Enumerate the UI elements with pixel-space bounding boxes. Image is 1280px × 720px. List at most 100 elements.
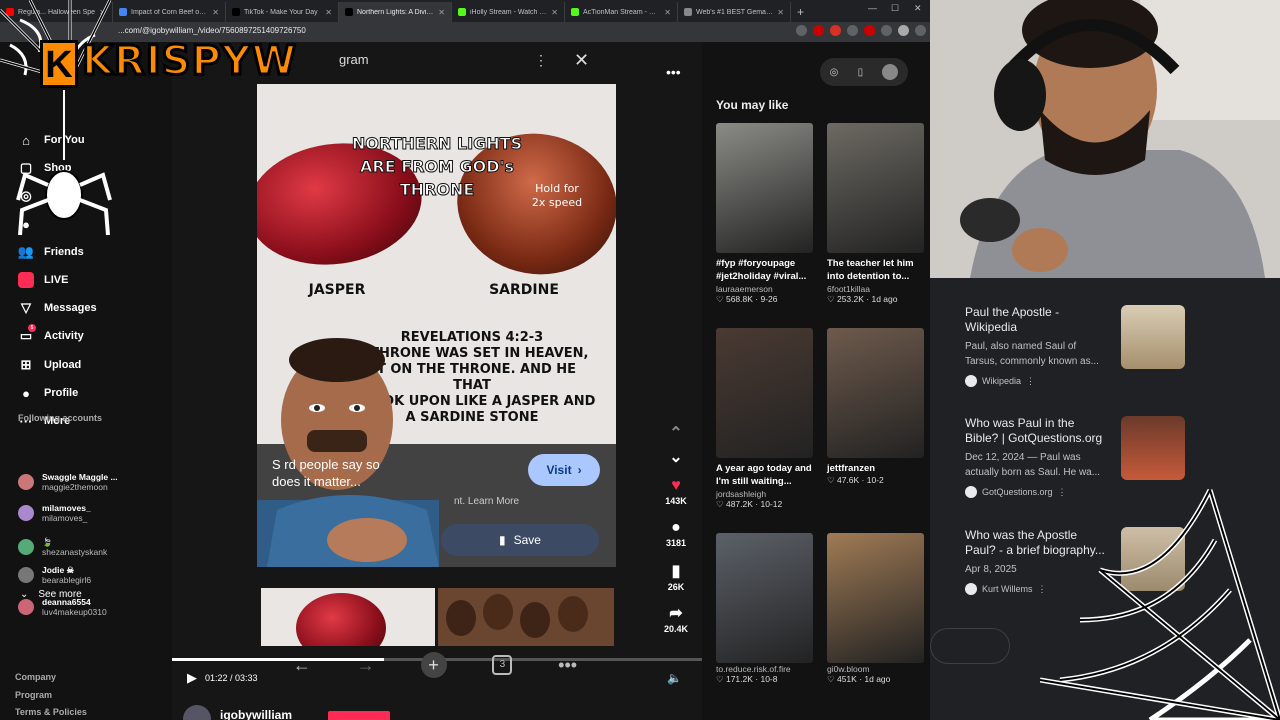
following-account[interactable]: Swaggle Maggle ... maggie2themoon: [18, 472, 118, 492]
more-options-icon[interactable]: •••: [666, 64, 681, 80]
footer-link-program[interactable]: Program: [15, 690, 52, 700]
like-button[interactable]: ♥ 143K: [660, 476, 692, 506]
close-tab-icon[interactable]: ✕: [777, 8, 784, 17]
save-button[interactable]: ▮ Save: [441, 524, 599, 556]
card-author[interactable]: gi0w.bloom: [827, 664, 924, 674]
user-avatar[interactable]: [882, 64, 899, 80]
result-thumbnail[interactable]: [1121, 305, 1185, 369]
compass-icon[interactable]: ◎: [830, 67, 839, 78]
menu-icon[interactable]: [915, 25, 926, 36]
next-video-icon[interactable]: ⌄: [660, 448, 692, 468]
card-stats: ♡ 451K · 1d ago: [827, 674, 891, 684]
avatar: [18, 539, 34, 555]
card-author[interactable]: 6foot1killaa: [827, 284, 924, 294]
recommended-video-card[interactable]: to.reduce.risk.of.fire ♡ 171.2K · 10-8: [716, 533, 813, 685]
bookmark-icon: ▮: [499, 533, 506, 547]
close-tab-icon[interactable]: ✕: [664, 8, 671, 17]
source-favicon-icon: [965, 583, 977, 595]
result-title[interactable]: Who was Paul in the Bible? | GotQuestion…: [965, 416, 1110, 446]
play-icon[interactable]: ▶: [187, 670, 197, 686]
extension-icon[interactable]: [881, 25, 892, 36]
footer-link-company[interactable]: Company: [15, 672, 56, 682]
share-icon: ➦: [669, 605, 683, 622]
recommended-video-card[interactable]: gi0w.bloom ♡ 451K · 1d ago: [827, 533, 924, 685]
follow-button[interactable]: [328, 711, 390, 720]
krispyw-logo: KRISPYW: [81, 37, 298, 86]
sidebar-item-activity[interactable]: ▭ 5 Activity: [18, 324, 84, 344]
close-tab-icon[interactable]: ✕: [325, 8, 332, 17]
extension-icon[interactable]: [864, 25, 875, 36]
sidebar-item-friends[interactable]: 👥 Friends: [18, 244, 84, 260]
footer-link-terms[interactable]: Terms & Policies: [15, 707, 87, 717]
close-window-icon[interactable]: ✕: [914, 3, 922, 14]
close-tab-icon[interactable]: ✕: [212, 8, 219, 17]
following-account[interactable]: 🍃 shezanastyskank: [18, 537, 107, 557]
sidebar-item-upload[interactable]: ⊞ Upload: [18, 357, 82, 373]
search-chip[interactable]: [930, 628, 1010, 664]
profile-avatar-icon[interactable]: [898, 25, 909, 36]
extension-icon[interactable]: [830, 25, 841, 36]
sidebar-item-profile[interactable]: ● Profile: [18, 385, 78, 401]
video-thumbnail[interactable]: [827, 328, 924, 458]
search-result[interactable]: Paul the Apostle - Wikipedia Paul, also …: [965, 305, 1110, 387]
see-more-button[interactable]: ⌄ See more: [20, 589, 82, 600]
browser-tab[interactable]: Web's #1 BEST Gematria Cal✕: [678, 2, 791, 22]
video-time: 01:22 / 03:33: [205, 673, 258, 683]
browser-tab[interactable]: iHolly Stream - Watch Live on✕: [452, 2, 565, 22]
video-thumbnail[interactable]: [827, 533, 924, 663]
browser-tab[interactable]: TikTok - Make Your Day ✕: [226, 2, 339, 22]
sidebar-item-live[interactable]: LIVE: [18, 272, 68, 288]
phone-icon[interactable]: ▯: [858, 67, 864, 78]
card-author[interactable]: jordsashleigh: [716, 489, 813, 499]
close-tab-icon[interactable]: ✕: [438, 8, 445, 17]
new-tab-button[interactable]: +: [791, 2, 810, 22]
video-thumbnail[interactable]: [716, 328, 813, 458]
next-video-thumbnail[interactable]: [261, 588, 435, 646]
minimize-icon[interactable]: —: [868, 3, 877, 13]
result-thumbnail[interactable]: [1121, 416, 1185, 480]
tab-favicon-icon: [345, 8, 353, 16]
maximize-icon[interactable]: ☐: [891, 3, 899, 14]
recommended-video-card[interactable]: The teacher let him into detention to...…: [827, 123, 924, 305]
more-options-icon[interactable]: ⋮: [1026, 376, 1035, 387]
extension-icon[interactable]: [813, 25, 824, 36]
close-icon[interactable]: ✕: [574, 50, 589, 71]
close-tab-icon[interactable]: ✕: [551, 8, 558, 17]
next-video-thumbnail[interactable]: [438, 588, 614, 646]
video-thumbnail[interactable]: [716, 533, 813, 663]
video-thumbnail[interactable]: [827, 123, 924, 253]
recommended-video-card[interactable]: #fyp #foryoupage #jet2holiday #viral... …: [716, 123, 813, 305]
recommended-video-card[interactable]: jettfranzen ♡ 47.6K · 10-2: [827, 328, 924, 486]
vertical-dots-icon[interactable]: ⋮: [534, 52, 548, 69]
following-account[interactable]: Jodie ☠ bearablegirl6: [18, 565, 91, 585]
recommended-video-card[interactable]: A year ago today and I'm still waiting..…: [716, 328, 813, 510]
url-text[interactable]: ...com/@igobywilliam_/video/756089725140…: [118, 26, 306, 35]
learn-more-link[interactable]: nt. Learn More: [454, 496, 519, 507]
extension-icon[interactable]: [847, 25, 858, 36]
share-button[interactable]: ➦ 20.4K: [660, 604, 692, 634]
result-title[interactable]: Paul the Apostle - Wikipedia: [965, 305, 1110, 335]
previous-video-icon[interactable]: ⌃: [660, 424, 692, 444]
activity-icon: ▭ 5: [18, 324, 36, 344]
comment-button[interactable]: ● 3181: [660, 518, 692, 548]
video-thumbnail[interactable]: [716, 123, 813, 253]
creator-video-person: [257, 338, 439, 567]
card-author[interactable]: to.reduce.risk.of.fire: [716, 664, 813, 674]
spider-web-corner-icon: [1040, 488, 1280, 720]
following-account[interactable]: deanna6554 luv4makeup0310: [18, 597, 107, 617]
volume-icon[interactable]: 🔈: [667, 671, 682, 685]
creator-username[interactable]: igobywilliam: [220, 708, 292, 720]
extension-icon[interactable]: [796, 25, 807, 36]
card-title: A year ago today and I'm still waiting..…: [716, 463, 812, 487]
favorite-button[interactable]: ▮ 26K: [660, 562, 692, 592]
sidebar-item-messages[interactable]: ▽ Messages: [18, 300, 97, 316]
tab-favicon-icon: [458, 8, 466, 16]
upload-icon: ⊞: [20, 357, 32, 372]
browser-tab[interactable]: AcTionMan Stream - Watch Li✕: [565, 2, 678, 22]
browser-tab[interactable]: Northern Lights: A Divine Spe✕: [339, 2, 452, 22]
tab-favicon-icon: [571, 8, 579, 16]
visit-button[interactable]: Visit ›: [528, 454, 600, 486]
following-account[interactable]: milamoves_ milamoves_: [18, 503, 91, 523]
webcam-feed: [930, 0, 1280, 278]
card-author[interactable]: lauraaemerson: [716, 284, 813, 294]
